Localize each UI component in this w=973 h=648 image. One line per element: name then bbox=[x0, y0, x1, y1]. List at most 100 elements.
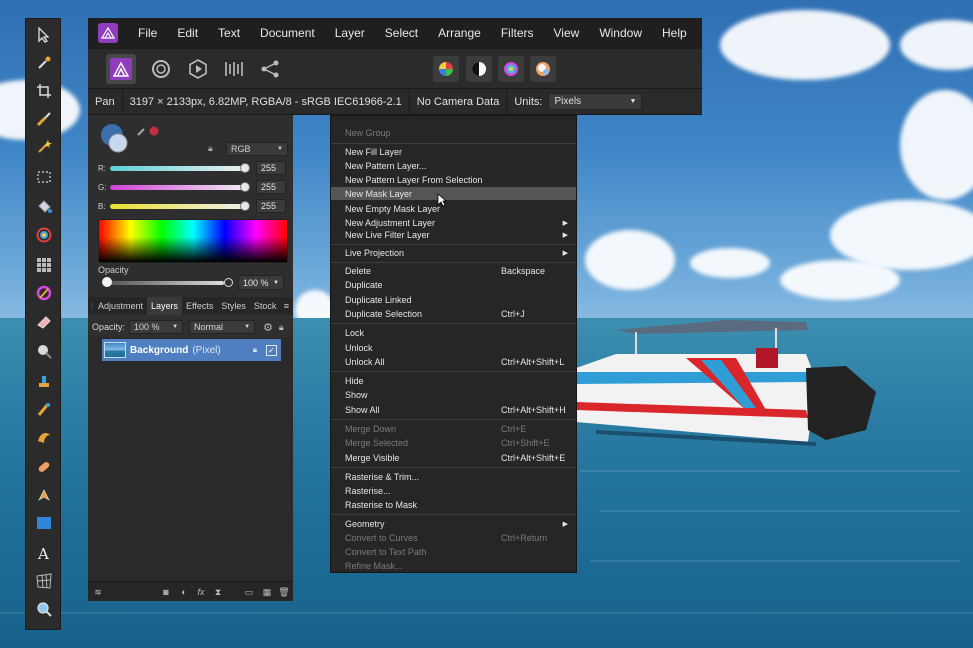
menu-item-lock[interactable]: Lock bbox=[331, 326, 576, 339]
menu-item-unlock[interactable]: Unlock bbox=[331, 341, 576, 354]
layer-row[interactable]: Background (Pixel) 🔒︎ ✓ bbox=[102, 339, 281, 361]
color-mode-dropdown[interactable]: RGB ▼ bbox=[226, 142, 288, 156]
menu-item-hide[interactable]: Hide bbox=[331, 374, 576, 387]
red-eye-icon[interactable] bbox=[32, 455, 56, 479]
crop-icon[interactable] bbox=[32, 79, 56, 103]
blue-slider[interactable] bbox=[110, 200, 250, 211]
mask-icon[interactable]: ◙ bbox=[160, 586, 172, 598]
color-swatches-icon[interactable] bbox=[98, 121, 160, 155]
menu-file[interactable]: File bbox=[128, 26, 167, 40]
tab-stock[interactable]: Stock bbox=[250, 297, 281, 315]
red-value[interactable]: 255 bbox=[256, 161, 286, 175]
panel-menu-icon[interactable]: ≡ bbox=[284, 301, 293, 311]
slider-knob[interactable] bbox=[224, 278, 233, 287]
flood-select-icon[interactable] bbox=[32, 135, 56, 159]
blend-mode-dropdown[interactable]: Normal ▼ bbox=[189, 320, 256, 334]
menu-arrange[interactable]: Arrange bbox=[428, 26, 491, 40]
adjustment-icon[interactable]: ◐ bbox=[178, 586, 190, 598]
green-slider[interactable] bbox=[110, 181, 250, 192]
layer-opacity-dropdown[interactable]: 100 % ▼ bbox=[129, 320, 184, 334]
green-value[interactable]: 255 bbox=[256, 180, 286, 194]
opacity-slider[interactable] bbox=[108, 281, 224, 285]
menu-item-unlock-all[interactable]: Unlock All Ctrl+Alt+Shift+L bbox=[331, 355, 576, 368]
menu-item-live-projection[interactable]: Live Projection ▶ bbox=[331, 246, 576, 259]
menu-item-new-live-filter-layer[interactable]: New Live Filter Layer ▶ bbox=[331, 228, 576, 241]
liquify-persona-icon[interactable] bbox=[146, 54, 176, 84]
color-spectrum[interactable] bbox=[98, 219, 288, 263]
smudge-icon[interactable] bbox=[32, 425, 56, 449]
menu-item-new-pattern-from-selection[interactable]: New Pattern Layer From Selection bbox=[331, 173, 576, 186]
live-filter-icon[interactable]: ⧗ bbox=[212, 586, 224, 598]
menu-item-show-all[interactable]: Show All Ctrl+Alt+Shift+H bbox=[331, 403, 576, 416]
tab-styles[interactable]: Styles bbox=[217, 297, 250, 315]
lock-icon[interactable]: 🔒︎ bbox=[253, 345, 257, 355]
menu-filters[interactable]: Filters bbox=[491, 26, 544, 40]
color-brush-icon[interactable] bbox=[32, 281, 56, 305]
menu-item-new-empty-mask-layer[interactable]: New Empty Mask Layer bbox=[331, 202, 576, 215]
menu-item-new-pattern-layer[interactable]: New Pattern Layer... bbox=[331, 159, 576, 172]
menu-item-rasterise[interactable]: Rasterise... bbox=[331, 484, 576, 497]
menu-item-merge-visible[interactable]: Merge Visible Ctrl+Alt+Shift+E bbox=[331, 451, 576, 464]
photo-persona-icon[interactable] bbox=[106, 54, 136, 84]
dodge-icon[interactable] bbox=[32, 339, 56, 363]
menu-item-geometry[interactable]: Geometry ▶ bbox=[331, 517, 576, 530]
mesh-warp-icon[interactable] bbox=[32, 569, 56, 593]
erase-brush-icon[interactable] bbox=[32, 309, 56, 333]
menu-item-rasterise-trim[interactable]: Rasterise & Trim... bbox=[331, 470, 576, 483]
clone-icon[interactable] bbox=[32, 369, 56, 393]
pen-icon[interactable] bbox=[32, 483, 56, 507]
menu-item-new-group[interactable]: New Group bbox=[331, 126, 576, 139]
menu-item-merge-down[interactable]: Merge Down Ctrl+E bbox=[331, 422, 576, 435]
selection-brush-icon[interactable] bbox=[32, 107, 56, 131]
layers-stack-icon[interactable]: ≋ bbox=[92, 586, 104, 598]
menu-item-new-fill-layer[interactable]: New Fill Layer bbox=[331, 145, 576, 158]
marquee-icon[interactable] bbox=[32, 165, 56, 189]
saturation-icon[interactable] bbox=[498, 56, 524, 82]
units-dropdown[interactable]: Pixels ▼ bbox=[548, 93, 643, 110]
menu-item-duplicate[interactable]: Duplicate bbox=[331, 278, 576, 291]
tab-layers[interactable]: Layers bbox=[147, 297, 183, 315]
color-picker-icon[interactable] bbox=[32, 51, 56, 75]
tab-adjustment[interactable]: Adjustment bbox=[94, 297, 147, 315]
gradient-icon[interactable] bbox=[32, 223, 56, 247]
menu-item-duplicate-selection[interactable]: Duplicate Selection Ctrl+J bbox=[331, 307, 576, 320]
export-persona-icon[interactable] bbox=[255, 54, 285, 84]
fx-icon[interactable]: fx bbox=[195, 586, 207, 598]
slider-knob[interactable] bbox=[240, 200, 250, 211]
menu-item-delete[interactable]: Delete Backspace bbox=[331, 264, 576, 277]
zoom-icon[interactable] bbox=[32, 597, 56, 621]
menu-edit[interactable]: Edit bbox=[167, 26, 208, 40]
white-balance-icon[interactable] bbox=[530, 56, 556, 82]
menu-item-refine-mask[interactable]: Refine Mask... bbox=[331, 559, 576, 572]
menu-item-new-mask-layer[interactable]: New Mask Layer bbox=[331, 187, 576, 200]
menu-item-convert-to-curves[interactable]: Convert to Curves Ctrl+Return bbox=[331, 531, 576, 544]
menu-item-rasterise-to-mask[interactable]: Rasterise to Mask bbox=[331, 498, 576, 511]
develop-persona-icon[interactable] bbox=[183, 54, 213, 84]
menu-document[interactable]: Document bbox=[250, 26, 325, 40]
menu-item-merge-selected[interactable]: Merge Selected Ctrl+Shift+E bbox=[331, 436, 576, 449]
text-icon[interactable]: A bbox=[32, 541, 56, 565]
lock-icon[interactable]: 🔒︎ bbox=[279, 322, 284, 333]
rectangle-icon[interactable] bbox=[32, 511, 56, 535]
healing-icon[interactable] bbox=[32, 397, 56, 421]
tab-effects[interactable]: Effects bbox=[182, 297, 217, 315]
gear-icon[interactable]: ⚙ bbox=[263, 321, 273, 334]
menu-layer[interactable]: Layer bbox=[325, 26, 375, 40]
slider-knob[interactable] bbox=[240, 162, 250, 173]
visibility-checkbox[interactable]: ✓ bbox=[266, 344, 277, 356]
folder-icon[interactable]: ▭ bbox=[243, 586, 255, 598]
contrast-icon[interactable] bbox=[466, 56, 492, 82]
tone-mapping-persona-icon[interactable] bbox=[219, 54, 249, 84]
grid-icon[interactable] bbox=[32, 253, 56, 277]
red-slider[interactable] bbox=[110, 162, 250, 173]
slider-knob[interactable] bbox=[240, 181, 250, 192]
color-wheel-icon[interactable] bbox=[433, 56, 459, 82]
menu-window[interactable]: Window bbox=[589, 26, 652, 40]
add-pixel-layer-icon[interactable]: ▦ bbox=[261, 586, 273, 598]
menu-item-show[interactable]: Show bbox=[331, 388, 576, 401]
menu-item-convert-to-text-path[interactable]: Convert to Text Path bbox=[331, 545, 576, 558]
menu-text[interactable]: Text bbox=[208, 26, 250, 40]
menu-view[interactable]: View bbox=[544, 26, 590, 40]
blue-value[interactable]: 255 bbox=[256, 199, 286, 213]
fill-icon[interactable] bbox=[32, 195, 56, 219]
